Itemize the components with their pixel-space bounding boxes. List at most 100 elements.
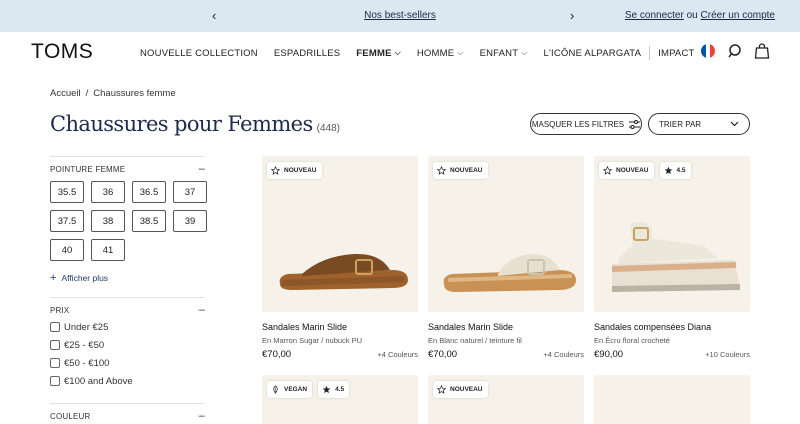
rating-value: 4.5 [335,386,345,393]
product-image[interactable]: NOUVEAU [428,156,584,312]
size-option[interactable]: 41 [91,239,125,261]
nav-icone-alpargata[interactable]: L'ICÔNE ALPARGATA [544,48,642,59]
product-price: €70,00 [262,349,292,360]
price-option-label: Under €25 [64,321,109,333]
size-option[interactable]: 36.5 [132,181,166,203]
badge-label: NOUVEAU [450,386,483,393]
collapse-icon[interactable]: – [199,164,205,175]
nav-nouvelle-collection[interactable]: NOUVELLE COLLECTION [140,48,258,59]
star-outline-icon [437,385,446,394]
size-filter-title: POINTURE FEMME [50,165,126,174]
breadcrumb-home[interactable]: Accueil [50,88,81,99]
account-links: Se connecter ou Créer un compte [625,10,775,21]
checkbox[interactable] [50,340,60,350]
chevron-down-icon: ⌵ [457,48,464,57]
product-card[interactable]: NOUVEAU [428,375,584,424]
promo-next-arrow-icon[interactable]: › [570,8,574,23]
result-count: (448) [316,123,340,134]
product-card[interactable]: VEGAN 4.5 [262,375,418,424]
price-option[interactable]: €100 and Above [50,375,205,387]
plus-icon: + [50,272,57,284]
product-image[interactable]: NOUVEAU [428,375,584,424]
chevron-down-icon: ⌵ [394,48,401,57]
vegan-badge: VEGAN [267,381,313,398]
size-option[interactable]: 36 [91,181,125,203]
size-option[interactable]: 38.5 [132,210,166,232]
size-grid: 35.5 36 36.5 37 37.5 38 38.5 39 40 41 [50,181,207,261]
nav-impact[interactable]: IMPACT [658,48,694,59]
price-row: €90,00 +10 Couleurs [594,349,750,360]
create-account-link[interactable]: Créer un compte [701,10,775,21]
product-image[interactable]: NOUVEAU [262,156,418,312]
price-option-label: €50 - €100 [64,357,110,369]
size-option[interactable]: 38 [91,210,125,232]
product-card[interactable]: NOUVEAU 4.5 Sandales compensées Diana En… [594,156,750,360]
search-icon[interactable] [728,43,744,59]
price-option[interactable]: Under €25 [50,321,205,333]
price-option-label: €100 and Above [64,375,133,387]
product-variant: En Écru floral crocheté [594,336,670,345]
product-image[interactable]: NOUVEAU 4.5 [594,156,750,312]
size-filter: POINTURE FEMME – 35.5 36 36.5 37 37.5 38… [50,156,207,284]
filter-sidebar: POINTURE FEMME – 35.5 36 36.5 37 37.5 38… [50,156,207,422]
price-row: €70,00 +4 Couleurs [262,349,418,360]
product-price: €90,00 [594,349,624,360]
leaf-icon [273,385,278,394]
star-filled-icon [322,385,331,394]
new-badge: NOUVEAU [433,381,488,398]
price-option[interactable]: €25 - €50 [50,339,205,351]
toms-logo[interactable]: TOMS [31,40,93,64]
login-link[interactable]: Se connecter [625,10,684,21]
checkbox[interactable] [50,322,60,332]
shopping-bag-icon[interactable] [754,43,770,59]
badge-label: VEGAN [284,386,308,393]
rating-badge: 4.5 [318,381,350,398]
site-header: TOMS NOUVELLE COLLECTION ESPADRILLES FEM… [0,32,800,72]
color-count[interactable]: +10 Couleurs [705,350,750,359]
france-flag-icon[interactable] [701,44,715,58]
product-name[interactable]: Sandales Marin Slide [428,322,584,332]
size-option[interactable]: 40 [50,239,84,261]
color-count[interactable]: +4 Couleurs [543,350,584,359]
size-option[interactable]: 35.5 [50,181,84,203]
breadcrumb: Accueil / Chaussures femme [50,88,176,99]
nav-espadrilles[interactable]: ESPADRILLES [274,48,340,59]
nav-enfant[interactable]: ENFANT ⌵ [480,48,528,59]
product-card[interactable] [594,375,750,424]
collapse-icon[interactable]: – [199,411,205,422]
product-image[interactable]: VEGAN 4.5 [262,375,418,424]
product-variant: En Marron Sugar / nubuck PU [262,336,363,345]
product-card[interactable]: NOUVEAU Sandales Marin Slide En Blanc na… [428,156,584,360]
nav-label: FEMME [356,47,392,59]
product-price: €70,00 [428,349,458,360]
breadcrumb-current: Chaussures femme [93,88,176,99]
size-option[interactable]: 37.5 [50,210,84,232]
size-option[interactable]: 39 [173,210,207,232]
product-image[interactable] [594,375,750,424]
page-title: Chaussures pour Femmes [50,112,313,136]
size-filter-header[interactable]: POINTURE FEMME – [50,164,205,175]
nav-label: IMPACT [658,47,695,59]
product-name[interactable]: Sandales compensées Diana [594,322,750,332]
color-filter-header[interactable]: COULEUR – [50,411,205,422]
collapse-icon[interactable]: – [199,305,205,316]
price-option[interactable]: €50 - €100 [50,357,205,369]
checkbox[interactable] [50,376,60,386]
hide-filters-button[interactable]: MASQUER LES FILTRES [530,113,642,135]
promo-prev-arrow-icon[interactable]: ‹ [212,8,216,23]
badges: NOUVEAU [433,381,494,398]
nav-femme[interactable]: FEMME ⌵ [356,48,401,59]
promo-message-link[interactable]: Nos best-sellers [300,10,500,21]
price-filter-header[interactable]: PRIX – [50,305,205,316]
checkbox[interactable] [50,358,60,368]
sandal-image [443,254,576,292]
nav-homme[interactable]: HOMME ⌵ [417,48,464,59]
sort-dropdown[interactable]: TRIER PAR [648,113,750,135]
nav-label: HOMME [416,47,455,59]
product-card[interactable]: NOUVEAU Sandales Marin Slide En Marron S… [262,156,418,360]
size-option[interactable]: 37 [173,181,207,203]
color-filter-title: COULEUR [50,412,91,421]
product-name[interactable]: Sandales Marin Slide [262,322,418,332]
color-count[interactable]: +4 Couleurs [377,350,418,359]
show-more-sizes-link[interactable]: + Afficher plus [50,272,205,284]
